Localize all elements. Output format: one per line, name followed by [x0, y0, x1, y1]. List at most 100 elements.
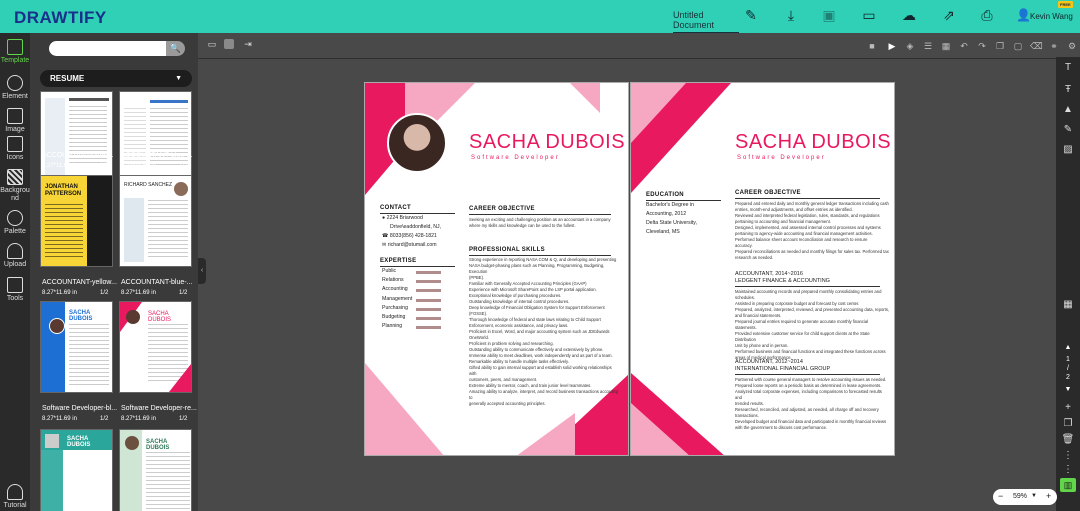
template-thumb[interactable]: SACHA DUBOIS: [119, 429, 192, 511]
zoom-out-button[interactable]: −: [998, 491, 1003, 501]
cloud-icon[interactable]: ☁: [900, 6, 918, 24]
template-thumb[interactable]: [40, 91, 113, 183]
template-pages: 1/2: [179, 416, 188, 422]
play-icon[interactable]: ▶: [886, 40, 898, 52]
user-icon[interactable]: 👤: [1016, 8, 1031, 22]
text-effects-icon[interactable]: Ŧ: [1061, 83, 1075, 97]
pencil-icon[interactable]: ✎: [742, 6, 760, 24]
share-icon[interactable]: ⇗: [940, 6, 958, 24]
print-icon[interactable]: ⎙: [978, 6, 996, 24]
template-thumb[interactable]: SACHA DUBOIS: [40, 429, 113, 511]
job-company: LEDGENT FINANCE & ACCOUNTING: [735, 278, 830, 284]
template-thumb[interactable]: SACHA DUBOIS: [40, 301, 113, 393]
page-down-button[interactable]: ▼: [1056, 386, 1080, 393]
template-size: 8.27*11.69 in: [121, 163, 156, 169]
video-icon[interactable]: ■: [866, 40, 878, 52]
redo-icon[interactable]: ↷: [976, 40, 988, 52]
resume-page-1[interactable]: SACHA DUBOIS Software Developer CONTACT …: [364, 82, 629, 456]
align-icon[interactable]: ☰: [922, 40, 934, 52]
section-heading: EXPERTISE: [380, 258, 417, 264]
rail-item-upload[interactable]: Upload: [0, 243, 30, 268]
rail-item-background[interactable]: Background: [0, 169, 30, 203]
template-thumb[interactable]: SACHA DUBOIS: [119, 301, 192, 393]
rail-item-template[interactable]: Template: [0, 39, 30, 64]
rail-item-icons[interactable]: Icons: [0, 136, 30, 161]
search-icon: 🔍: [169, 43, 182, 53]
zoom-value[interactable]: 59%: [1013, 493, 1027, 500]
link-icon[interactable]: ⚭: [1048, 40, 1060, 52]
category-select[interactable]: RESUME ▼: [40, 70, 192, 87]
chevron-down-icon[interactable]: ▼: [1031, 493, 1037, 499]
rail-label: Template: [0, 57, 30, 64]
rail-label: Tools: [6, 295, 24, 302]
panel-collapse-handle[interactable]: ‹: [198, 258, 206, 284]
rail-item-tutorial[interactable]: Tutorial: [0, 484, 30, 509]
education-line: Accounting, 2012: [646, 211, 687, 217]
contact-line: 2224 Briarwood: [386, 215, 423, 221]
app-logo[interactable]: DRAWTIFY: [14, 8, 107, 28]
delete-icon[interactable]: ⌫: [1030, 40, 1043, 52]
resume-page-2[interactable]: SACHA DUBOIS Software Developer EDUCATIO…: [630, 82, 895, 456]
template-pages: 1/2: [100, 290, 109, 296]
grid-toggle-icon[interactable]: [224, 39, 234, 49]
add-page-icon[interactable]: +: [1061, 401, 1075, 415]
grid-view-icon[interactable]: ▦: [1061, 298, 1075, 312]
rail-item-image[interactable]: Image: [0, 108, 30, 133]
duplicate-page-icon[interactable]: ❐: [1061, 417, 1075, 431]
decor-triangle: [515, 413, 575, 455]
text-line: with the government to discuss cost perf…: [735, 425, 828, 430]
zoom-in-button[interactable]: +: [1046, 491, 1051, 501]
expertise-level-bar: [416, 307, 441, 311]
search-button[interactable]: 🔍: [166, 41, 185, 56]
document-title[interactable]: Untitled Document: [673, 10, 739, 33]
paste-icon[interactable]: ▢: [1012, 40, 1024, 52]
group-icon[interactable]: ▦: [940, 40, 952, 52]
rail-item-palette[interactable]: Palette: [0, 210, 30, 235]
brush-icon[interactable]: ▲: [1061, 103, 1075, 117]
settings-icon[interactable]: ⚙: [1066, 40, 1078, 52]
thumb-heading: SACHA DUBOIS: [146, 439, 170, 451]
text-line: Maintained accounting records and prepar…: [735, 289, 882, 294]
template-thumb[interactable]: JONATHAN PATTERSON: [40, 175, 113, 267]
exit-icon[interactable]: ⇥: [242, 39, 254, 49]
rail-item-element[interactable]: Element: [0, 75, 30, 100]
rail-label: Upload: [3, 261, 27, 268]
fit-screen-icon[interactable]: ▭: [206, 39, 218, 49]
book-icon[interactable]: ▥: [1060, 478, 1076, 492]
text-style-icon[interactable]: T: [1061, 61, 1075, 75]
present-icon[interactable]: ▭: [860, 6, 878, 24]
section-heading: CAREER OBJECTIVE: [469, 206, 535, 212]
template-name: ACCOUNTANT-blue-...: [121, 152, 193, 159]
user-name[interactable]: Kevin Wang: [1030, 12, 1073, 21]
copy-icon[interactable]: ❐: [994, 40, 1006, 52]
page-up-button[interactable]: ▲: [1056, 344, 1080, 351]
expertise-level-bar: [416, 326, 441, 330]
template-thumb[interactable]: [119, 91, 192, 183]
template-thumb[interactable]: RICHARD SANCHEZ: [119, 175, 192, 267]
template-size: 8.27*11.69 in: [42, 163, 77, 169]
template-name: ACCOUNTANT-yellow...: [42, 279, 117, 286]
layers-icon[interactable]: ◈: [904, 40, 916, 52]
search-input[interactable]: [49, 41, 166, 56]
download-icon[interactable]: ⤓: [782, 6, 800, 24]
delete-page-icon[interactable]: 🗑: [1061, 433, 1075, 447]
text-line: Performed balance sheet account reconcil…: [735, 237, 868, 242]
skills-list: Strong experience in reporting NASA COM …: [469, 257, 619, 407]
thumb-heading: RICHARD SANCHEZ: [124, 182, 173, 188]
move-page-icon[interactable]: ⋮: [1061, 449, 1075, 463]
avatar[interactable]: [387, 113, 447, 173]
contact-line: richard@stumail.com: [387, 242, 437, 248]
section-heading: CAREER OBJECTIVE: [735, 190, 801, 196]
save-icon[interactable]: ▣: [820, 6, 838, 24]
text-line: NASA budget-phasing plans such as Planni…: [469, 263, 605, 274]
pen-icon[interactable]: ✎: [1061, 123, 1075, 137]
text-line: research as needed.: [735, 255, 774, 260]
undo-icon[interactable]: ↶: [958, 40, 970, 52]
canvas-toolbar: ▭ ⇥ ■ ▶ ◈ ☰ ▦ ↶ ↷ ❐ ▢ ⌫ ⚭ ⚙: [198, 36, 1076, 56]
icons-icon: [7, 136, 23, 152]
text-line: Analyzed total corporate expenses, inclu…: [735, 389, 882, 400]
reorder-icon[interactable]: ⋮: [1061, 463, 1075, 477]
image-edit-icon[interactable]: ▨: [1061, 143, 1075, 157]
education-list: Bachelor's Degree in Accounting, 2012 De…: [646, 201, 697, 237]
rail-item-tools[interactable]: Tools: [0, 277, 30, 302]
